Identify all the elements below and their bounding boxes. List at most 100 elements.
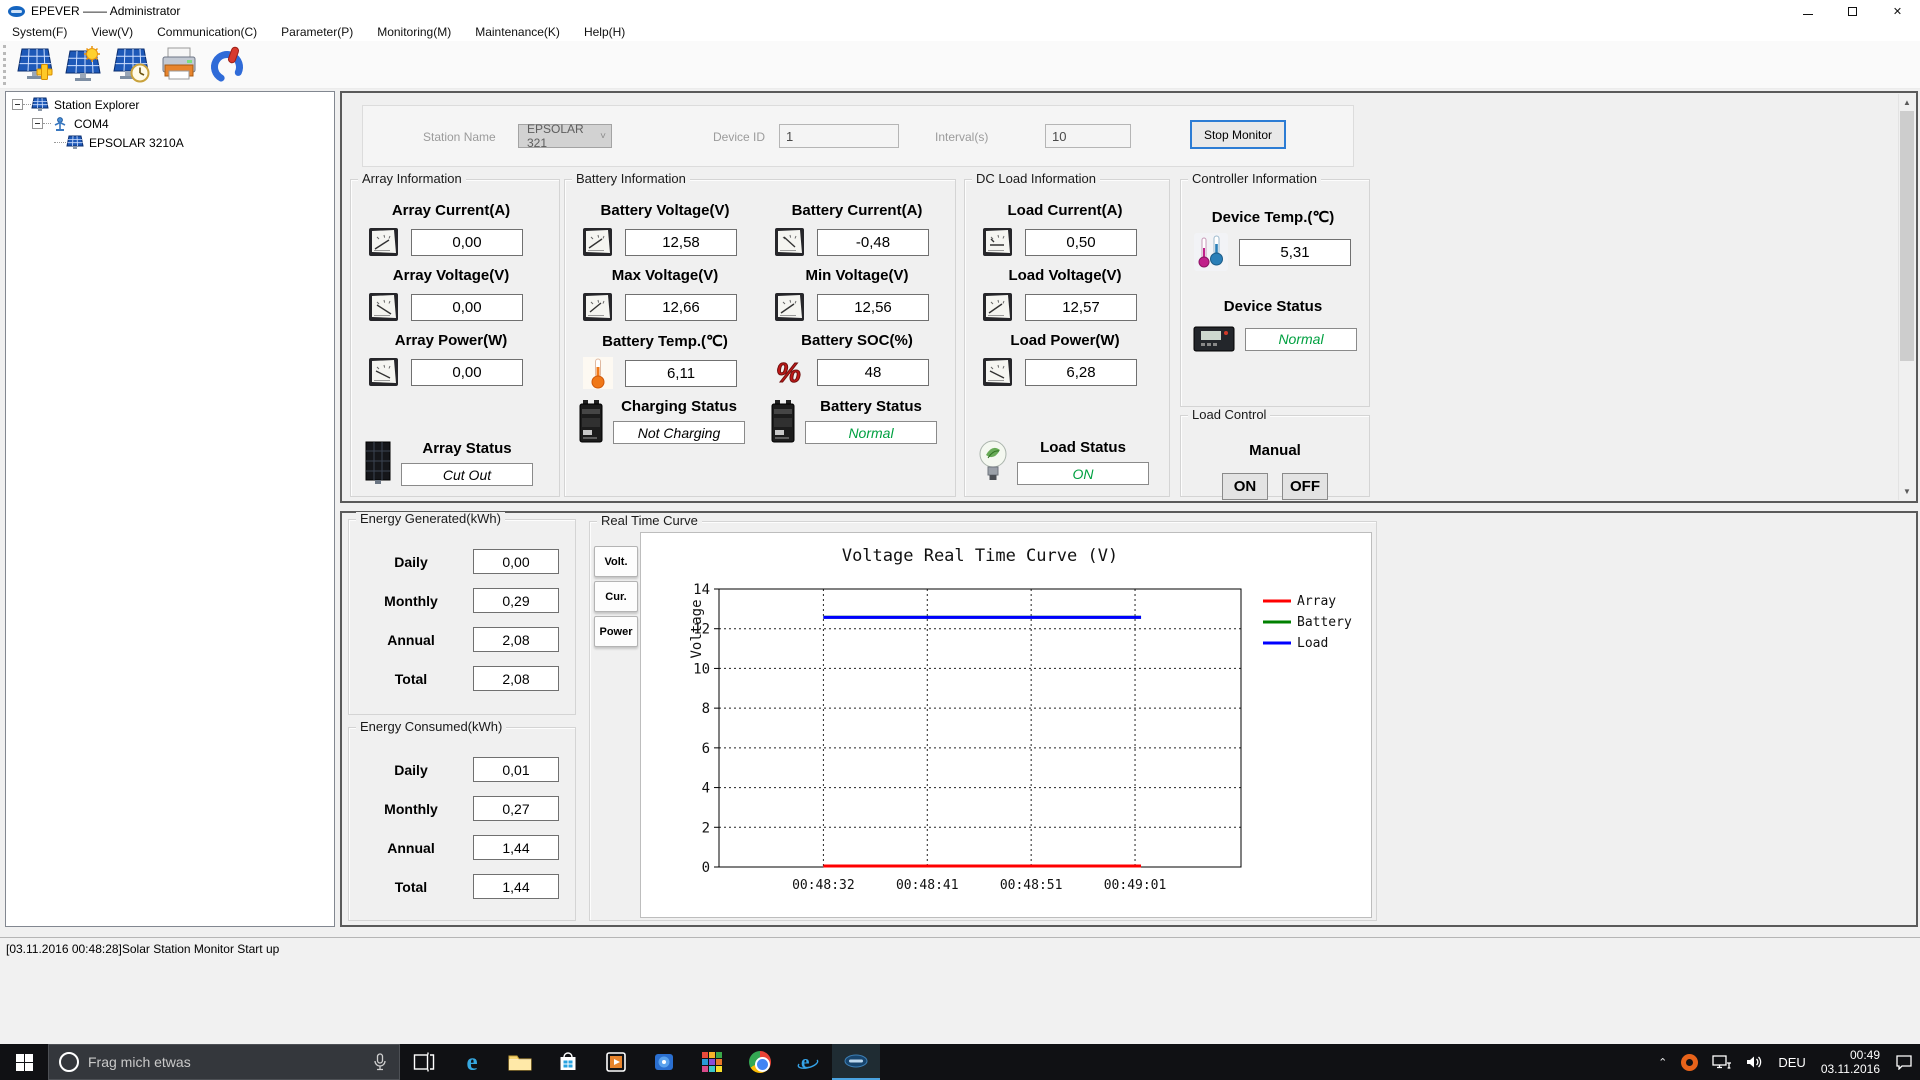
x-tick-label: 00:48:32 [792,878,855,893]
menu-system[interactable]: System(F) [0,22,79,41]
menu-help[interactable]: Help(H) [572,22,637,41]
taskbar-search[interactable]: Frag mich etwas [48,1044,400,1080]
tab-volt[interactable]: Volt. [594,546,638,577]
menu-view[interactable]: View(V) [79,22,145,41]
network-tray-button[interactable] [1705,1044,1739,1080]
add-station-button[interactable] [12,43,58,87]
action-center-button[interactable] [1888,1044,1920,1080]
print-button[interactable] [156,43,202,87]
monitor-section: Station Name EPSOLAR 321 ˅ Device ID 1 I… [340,91,1918,503]
collapse-icon[interactable] [12,99,23,110]
epever-logo-icon [8,5,25,17]
load-control-mode-label: Manual [1249,442,1301,459]
volume-tray-button[interactable] [1739,1044,1771,1080]
maximize-button[interactable] [1830,0,1875,22]
menu-communication[interactable]: Communication(C) [145,22,269,41]
battery-temp-value: 6,11 [625,359,737,387]
load-on-button[interactable]: ON [1222,473,1268,500]
app-grid-button[interactable] [688,1044,736,1080]
energy-row: Annual 1,44 [349,828,575,867]
y-axis-label: Voltage [689,599,705,658]
log-entry: [03.11.2016 00:48:28]Solar Station Monit… [6,942,280,956]
station-name-select[interactable]: EPSOLAR 321 ˅ [518,122,612,150]
movies-tv-icon [606,1052,626,1072]
scrollbar-thumb[interactable] [1900,111,1914,361]
menu-monitoring[interactable]: Monitoring(M) [365,22,463,41]
row-label: Monthly [384,800,438,817]
language-indicator[interactable]: DEU [1771,1044,1812,1080]
row-value: 0,29 [473,588,559,613]
tray-expand-icon[interactable]: ⌃ [1651,1044,1674,1080]
chevron-down-icon: ˅ [600,130,606,142]
start-button[interactable] [0,1044,48,1080]
menu-maintenance[interactable]: Maintenance(K) [463,22,572,41]
interval-field[interactable]: 10 [1045,124,1131,148]
load-voltage-value: 12,57 [1025,293,1137,321]
array-voltage-value: 0,00 [411,293,523,321]
array-status-item: Array Status Cut Out [363,440,549,486]
media-player-button[interactable] [640,1044,688,1080]
y-tick-label: 0 [702,860,710,876]
device-id-field[interactable]: 1 [779,124,899,148]
device-status-item: Device Status Normal [1193,298,1359,353]
task-view-icon [413,1052,435,1072]
load-power-item: Load Power(W) 6,28 [977,332,1159,389]
clock-date: 03.11.2016 [1820,1062,1880,1076]
titlebar: EPEVER —— Administrator [0,0,1920,22]
tree-item-station-explorer[interactable]: Station Explorer [6,95,334,114]
tab-power[interactable]: Power [594,616,638,647]
solar-panel-icon [365,441,391,484]
row-value: 0,01 [473,757,559,782]
controller-information-group: Controller Information Device Temp.(℃) 5… [1180,172,1370,407]
device-status-value: Normal [1245,327,1357,351]
load-off-button[interactable]: OFF [1282,473,1328,500]
close-button[interactable] [1875,0,1920,22]
tree-connector [43,123,51,124]
stop-monitor-button[interactable]: Stop Monitor [1190,120,1286,149]
epever-app-button[interactable] [832,1044,880,1080]
store-button[interactable] [544,1044,592,1080]
statistics-section: Energy Generated(kWh) Daily 0,00 Monthly 0… [340,511,1918,927]
field-label: Load Current(A) [1007,202,1123,219]
file-explorer-button[interactable] [496,1044,544,1080]
status-log: [03.11.2016 00:48:28]Solar Station Monit… [0,937,1920,1044]
monitor-button[interactable] [108,43,154,87]
exit-button[interactable] [204,43,250,87]
station-config-button[interactable] [60,43,106,87]
y-tick-label: 6 [702,741,710,757]
internet-explorer-icon: e [797,1052,819,1073]
status-label: Load Status [1040,439,1126,456]
scroll-down-icon[interactable]: ▼ [1899,483,1915,500]
energy-row: Monthly 0,27 [349,789,575,828]
task-view-button[interactable] [400,1044,448,1080]
collapse-icon[interactable] [32,118,43,129]
movies-tv-button[interactable] [592,1044,640,1080]
internet-explorer-button[interactable]: e [784,1044,832,1080]
taskbar-clock[interactable]: 00:49 03.11.2016 [1813,1048,1888,1076]
system-tray: ⌃ DEU 00:49 03.11.2016 [1651,1044,1920,1080]
field-label: Array Current(A) [391,202,511,219]
meter-icon [369,358,398,386]
station-name-value: EPSOLAR 321 [527,122,584,150]
chrome-button[interactable] [736,1044,784,1080]
battery-information-group: Battery Information Battery Voltage(V) 1… [564,172,956,497]
avira-tray-button[interactable] [1674,1044,1705,1080]
tree-label: EPSOLAR 3210A [89,135,184,150]
minimize-button[interactable] [1785,0,1830,22]
array-information-group: Array Information Array Current(A) 0,00 … [350,172,560,497]
menu-parameter[interactable]: Parameter(P) [269,22,365,41]
vertical-scrollbar[interactable]: ▲ ▼ [1898,94,1915,500]
search-placeholder: Frag mich etwas [88,1054,191,1070]
scroll-up-icon[interactable]: ▲ [1899,94,1915,111]
microphone-icon[interactable] [373,1053,387,1071]
status-label: Array Status [422,440,512,457]
y-tick-label: 4 [702,781,710,797]
edge-button[interactable]: e [448,1044,496,1080]
tree-item-epsolar-3210a[interactable]: EPSOLAR 3210A [6,133,334,152]
station-config-icon [65,45,101,81]
row-value: 1,44 [473,835,559,860]
y-tick-label: 8 [702,701,710,717]
energy-row: Total 2,08 [349,659,575,698]
tree-item-com4[interactable]: COM4 [6,114,334,133]
tab-cur[interactable]: Cur. [594,581,638,612]
